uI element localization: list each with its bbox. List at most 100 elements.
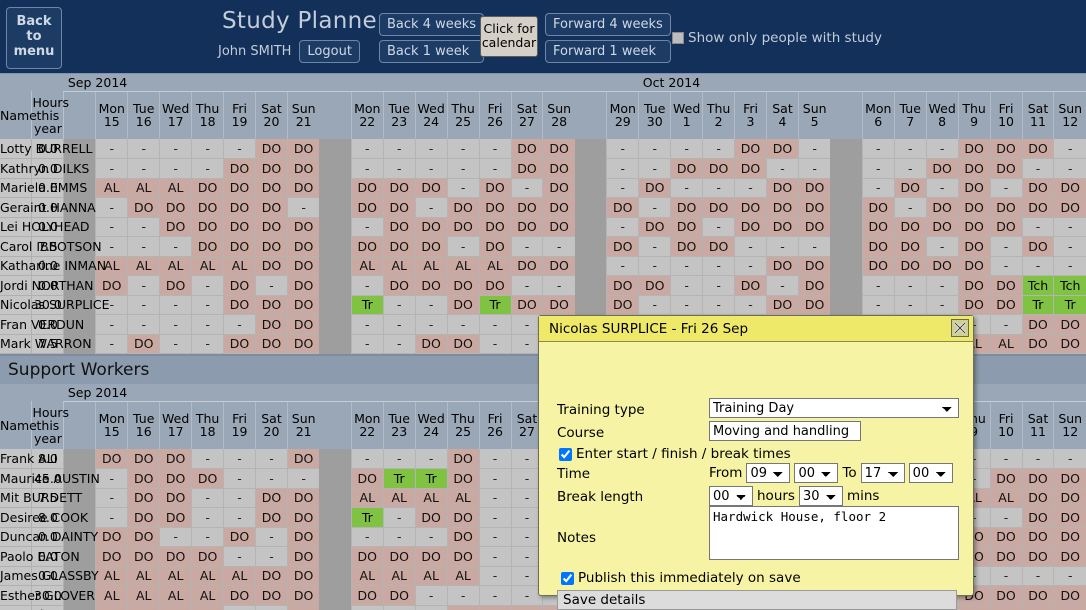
schedule-cell[interactable]: DO <box>1021 527 1054 547</box>
schedule-cell[interactable]: - <box>127 314 160 335</box>
schedule-cell[interactable]: - <box>414 314 448 335</box>
schedule-cell[interactable]: DO <box>893 217 927 237</box>
schedule-cell[interactable]: DO <box>350 546 384 567</box>
schedule-cell[interactable]: AL <box>223 566 256 586</box>
schedule-cell[interactable]: DO <box>350 585 384 606</box>
schedule-cell[interactable]: - <box>925 139 959 159</box>
schedule-cell[interactable]: - <box>702 139 735 159</box>
person-name-cell[interactable]: Lotty BURRELL <box>0 139 93 159</box>
schedule-cell[interactable]: - <box>478 507 511 528</box>
back-1-week-button[interactable]: Back 1 week <box>379 40 485 63</box>
schedule-cell[interactable]: DO <box>95 275 128 296</box>
schedule-cell[interactable]: DO <box>893 236 927 257</box>
schedule-cell[interactable]: DO <box>925 197 959 218</box>
schedule-cell[interactable]: DO <box>638 275 671 296</box>
show-only-with-study-filter[interactable]: Show only people with study <box>672 30 882 46</box>
schedule-cell[interactable]: - <box>414 295 448 315</box>
schedule-cell[interactable]: DO <box>127 197 160 218</box>
schedule-cell[interactable]: DO <box>766 295 799 315</box>
schedule-cell[interactable]: DO <box>286 256 320 276</box>
schedule-cell[interactable]: - <box>414 585 448 606</box>
schedule-cell[interactable]: DO <box>957 158 991 179</box>
schedule-cell[interactable]: DO <box>670 197 703 218</box>
schedule-cell[interactable]: DO <box>223 295 256 315</box>
schedule-cell[interactable]: - <box>446 585 480 606</box>
schedule-cell[interactable]: DO <box>510 605 543 610</box>
schedule-cell[interactable]: DO <box>255 158 288 179</box>
schedule-cell[interactable]: - <box>255 605 288 610</box>
schedule-cell[interactable]: - <box>446 236 480 257</box>
schedule-cell[interactable]: DO <box>957 605 991 610</box>
schedule-cell[interactable]: - <box>95 488 128 508</box>
schedule-cell[interactable]: DO <box>797 256 831 276</box>
schedule-cell[interactable]: - <box>446 314 480 335</box>
schedule-cell[interactable]: - <box>861 139 895 159</box>
schedule-cell[interactable]: DO <box>223 236 256 257</box>
schedule-cell[interactable]: DO <box>414 546 448 567</box>
schedule-cell[interactable]: - <box>925 295 959 315</box>
schedule-cell[interactable]: DO <box>446 275 480 296</box>
schedule-cell[interactable]: DO <box>478 197 511 218</box>
schedule-cell[interactable]: AL <box>350 566 384 586</box>
schedule-cell[interactable]: - <box>478 566 511 586</box>
schedule-cell[interactable]: - <box>95 139 128 159</box>
schedule-cell[interactable]: DO <box>510 197 543 218</box>
save-details-button[interactable]: Save details <box>557 590 957 610</box>
schedule-cell[interactable]: - <box>989 256 1022 276</box>
click-for-calendar-button[interactable]: Click for calendar <box>480 16 538 57</box>
schedule-cell[interactable]: DO <box>766 217 799 237</box>
schedule-cell[interactable]: - <box>542 275 575 296</box>
person-name-cell[interactable]: Frank ALI <box>0 449 57 469</box>
schedule-cell[interactable]: DO <box>478 605 511 610</box>
schedule-cell[interactable]: - <box>382 139 416 159</box>
schedule-cell[interactable]: AL <box>191 566 224 586</box>
person-name-cell[interactable]: Desiree COOK <box>0 507 88 528</box>
schedule-cell[interactable]: DO <box>446 449 480 469</box>
schedule-cell[interactable]: DO <box>957 275 991 296</box>
schedule-cell[interactable]: AL <box>159 566 192 586</box>
schedule-cell[interactable]: AL <box>127 566 160 586</box>
schedule-cell[interactable]: - <box>382 449 416 469</box>
schedule-cell[interactable]: DO <box>606 197 639 218</box>
schedule-cell[interactable]: - <box>95 468 128 489</box>
schedule-cell[interactable]: DO <box>286 139 320 159</box>
schedule-cell[interactable]: DO <box>989 158 1022 179</box>
schedule-cell[interactable]: DO <box>286 236 320 257</box>
schedule-cell[interactable]: DO <box>382 546 416 567</box>
schedule-cell[interactable]: - <box>893 158 927 179</box>
schedule-cell[interactable]: DO <box>957 236 991 257</box>
schedule-cell[interactable]: AL <box>95 178 128 198</box>
schedule-cell[interactable]: DO <box>191 217 224 237</box>
schedule-cell[interactable]: - <box>414 139 448 159</box>
person-name-cell[interactable]: Esther GLOVER <box>0 585 95 606</box>
schedule-cell[interactable]: - <box>638 158 671 179</box>
schedule-cell[interactable]: DO <box>510 295 543 315</box>
schedule-cell[interactable]: DO <box>255 566 288 586</box>
schedule-cell[interactable]: AL <box>989 488 1022 508</box>
schedule-cell[interactable]: DO <box>95 527 128 547</box>
schedule-cell[interactable]: - <box>1053 236 1086 257</box>
schedule-cell[interactable]: DO <box>159 217 192 237</box>
schedule-cell[interactable]: - <box>670 256 703 276</box>
schedule-cell[interactable]: DO <box>223 158 256 179</box>
schedule-cell[interactable]: DO <box>350 236 384 257</box>
schedule-cell[interactable]: DO <box>1021 468 1054 489</box>
schedule-cell[interactable]: - <box>191 507 224 528</box>
schedule-cell[interactable]: - <box>382 527 416 547</box>
schedule-cell[interactable]: - <box>925 275 959 296</box>
schedule-cell[interactable]: - <box>223 605 256 610</box>
schedule-cell[interactable]: DO <box>127 488 160 508</box>
schedule-cell[interactable]: - <box>606 256 639 276</box>
schedule-cell[interactable]: DO <box>286 546 320 567</box>
schedule-cell[interactable]: - <box>255 449 288 469</box>
forward-1-week-button[interactable]: Forward 1 week <box>545 40 671 63</box>
schedule-cell[interactable]: AL <box>478 256 511 276</box>
schedule-cell[interactable]: - <box>766 275 799 296</box>
schedule-cell[interactable]: DO <box>255 334 288 354</box>
schedule-cell[interactable]: DO <box>893 256 927 276</box>
schedule-cell[interactable]: DO <box>191 178 224 198</box>
schedule-cell[interactable]: - <box>127 158 160 179</box>
schedule-cell[interactable]: DO <box>414 178 448 198</box>
schedule-cell[interactable]: - <box>159 139 192 159</box>
schedule-cell[interactable]: DO <box>989 217 1022 237</box>
